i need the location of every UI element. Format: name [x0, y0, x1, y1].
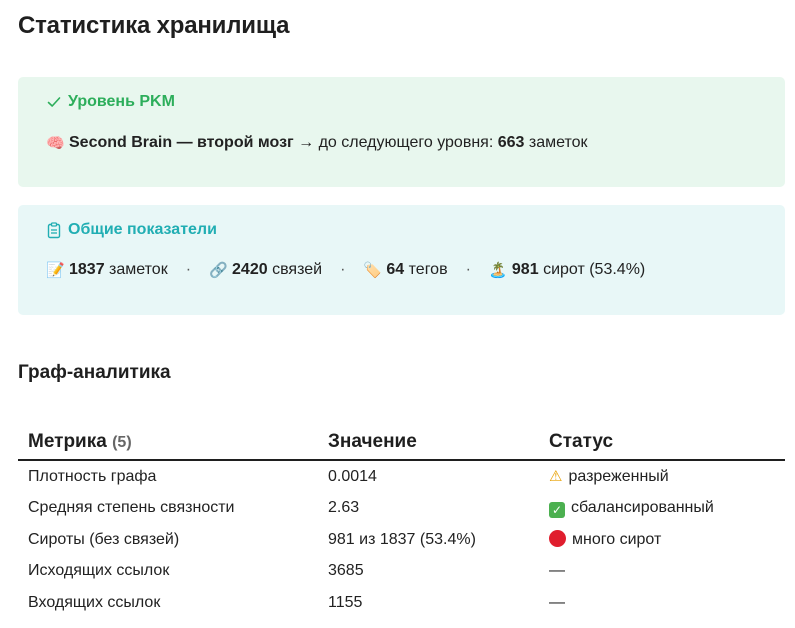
- table-row: Сироты (без связей) 981 из 1837 (53.4%) …: [18, 524, 785, 556]
- warning-icon: ⚠: [549, 468, 563, 486]
- pkm-level-callout: Уровень PKM 🧠 Second Brain — второй мозг…: [18, 77, 785, 187]
- pkm-level-title-text: Уровень PKM: [68, 93, 175, 110]
- status-text: разреженный: [568, 468, 669, 486]
- memo-icon: 📝: [46, 262, 65, 279]
- link-icon: 🔗: [209, 262, 228, 279]
- notes-word: заметок: [528, 134, 588, 151]
- value-cell: 2.63: [328, 499, 360, 517]
- column-header-status[interactable]: Статус: [539, 425, 785, 461]
- overview-callout: Общие показатели 📝 1837 заметок · 🔗 2420…: [18, 205, 785, 315]
- table-row: Входящих ссылок 1155 —: [18, 587, 785, 619]
- table-row: Исходящих ссылок 3685 —: [18, 556, 785, 588]
- overview-title: Общие показатели: [46, 221, 217, 239]
- metric-cell: Исходящих ссылок: [28, 562, 170, 580]
- red-circle-icon: [549, 530, 566, 548]
- metric-cell: Сироты (без связей): [28, 530, 180, 548]
- graph-section-title: Граф-аналитика: [18, 362, 171, 383]
- notes-count: 1837: [69, 261, 105, 278]
- pkm-level-name: Second Brain — второй мозг: [69, 134, 294, 151]
- brain-icon: 🧠: [46, 135, 65, 152]
- arrow-right-icon: →: [298, 134, 315, 151]
- tags-count: 64: [386, 261, 405, 278]
- orphans-label: сирот (53.4%): [543, 261, 646, 278]
- value-cell: 1155: [328, 593, 363, 611]
- stat-separator: ·: [465, 261, 471, 278]
- overview-title-text: Общие показатели: [68, 221, 217, 238]
- pkm-level-title: Уровень PKM: [46, 93, 175, 111]
- island-icon: 🏝️: [488, 262, 508, 279]
- value-cell: 981 из 1837 (53.4%): [328, 530, 476, 548]
- column-header-metric[interactable]: Метрика (5): [18, 425, 318, 461]
- status-text: сбалансированный: [571, 498, 714, 516]
- metric-cell: Средняя степень связности: [28, 499, 235, 517]
- value-cell: 3685: [328, 562, 364, 580]
- notes-needed-count: 663: [497, 134, 525, 151]
- metric-cell: Плотность графа: [28, 467, 157, 485]
- clipboard-icon: [47, 221, 61, 238]
- metric-cell: Входящих ссылок: [28, 593, 161, 611]
- next-level-text: до следующего уровня:: [318, 134, 494, 151]
- status-text: много сирот: [572, 531, 662, 549]
- graph-metrics-table: Метрика (5) Значение Статус Плотность гр…: [18, 425, 785, 619]
- table-row: Средняя степень связности 2.63 ✓ сбаланси…: [18, 493, 785, 525]
- links-count: 2420: [232, 261, 268, 278]
- status-cell: ✓ сбалансированный: [539, 493, 785, 525]
- table-row: Плотность графа 0.0014 ⚠ разреженный: [18, 460, 785, 493]
- checkmark-icon: [47, 97, 61, 107]
- metric-count-badge: (5): [112, 434, 132, 451]
- tag-icon: 🏷️: [363, 262, 383, 279]
- status-cell: ⚠ разреженный: [539, 460, 785, 493]
- status-cell: —: [549, 593, 565, 611]
- checkbox-icon: ✓: [549, 501, 565, 518]
- vault-stats-page: Статистика хранилища Уровень PKM 🧠 Secon…: [0, 0, 795, 628]
- stat-separator: ·: [340, 261, 346, 278]
- overview-stats: 📝 1837 заметок · 🔗 2420 связей · 🏷️ 64 т…: [46, 261, 645, 279]
- orphans-count: 981: [511, 261, 539, 278]
- page-title: Статистика хранилища: [18, 12, 290, 39]
- status-cell: много сирот: [539, 524, 785, 556]
- notes-label: заметок: [109, 261, 168, 278]
- value-cell: 0.0014: [328, 467, 377, 485]
- table-header-row: Метрика (5) Значение Статус: [18, 425, 785, 461]
- links-label: связей: [272, 261, 323, 278]
- status-cell: —: [549, 562, 565, 580]
- pkm-level-body: 🧠 Second Brain — второй мозг → до следую…: [46, 134, 588, 152]
- stat-separator: ·: [185, 261, 192, 278]
- tags-label: тегов: [408, 261, 448, 278]
- column-header-value[interactable]: Значение: [318, 425, 539, 461]
